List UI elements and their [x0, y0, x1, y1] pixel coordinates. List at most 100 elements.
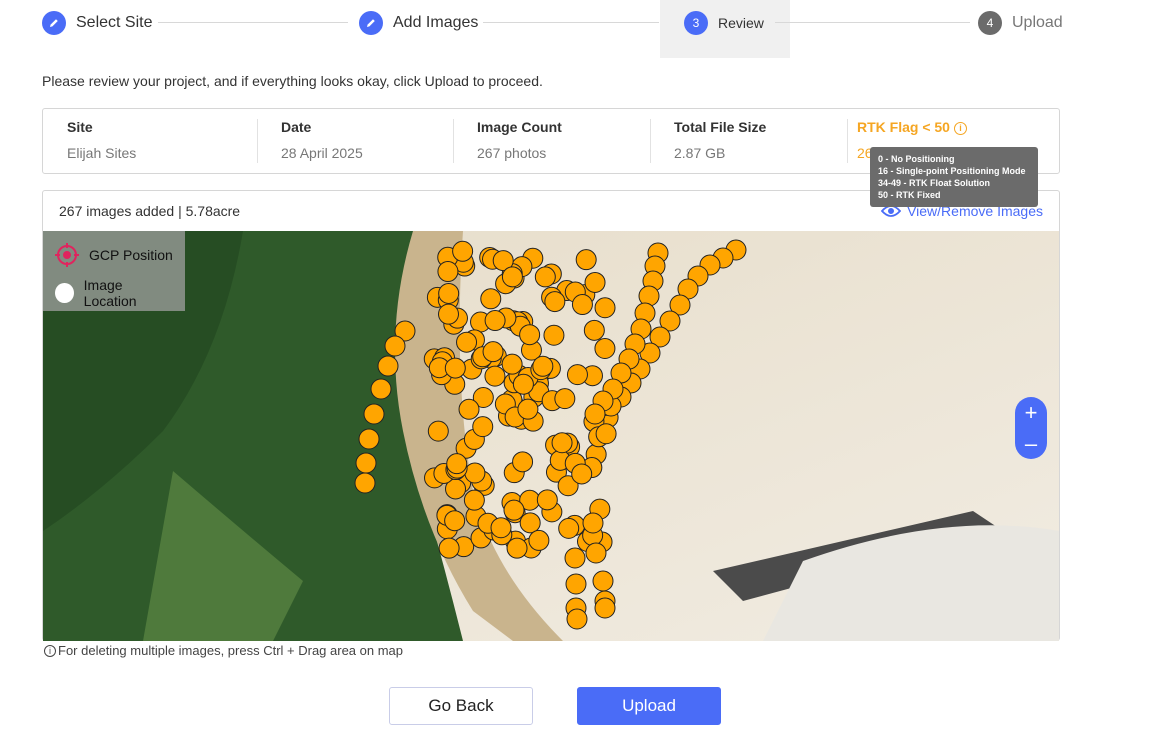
- summary-label: Image Count: [477, 119, 562, 135]
- image-location-marker[interactable]: [566, 608, 588, 630]
- image-location-marker[interactable]: [377, 355, 399, 377]
- image-location-marker[interactable]: [472, 416, 494, 438]
- image-location-marker[interactable]: [501, 353, 523, 375]
- image-location-marker[interactable]: [517, 398, 539, 420]
- image-location-marker[interactable]: [355, 452, 377, 474]
- image-location-marker[interactable]: [583, 319, 605, 341]
- step-upload[interactable]: 4 Upload: [978, 0, 1063, 46]
- image-location-marker[interactable]: [456, 331, 478, 353]
- tooltip-line: 0 - No Positioning: [878, 154, 955, 164]
- image-location-marker[interactable]: [354, 472, 376, 494]
- image-location-marker[interactable]: [543, 324, 565, 346]
- image-location-marker[interactable]: [584, 403, 606, 425]
- map-view[interactable]: GCP Position Image Location + –: [43, 231, 1059, 641]
- image-location-marker[interactable]: [582, 512, 604, 534]
- image-location-marker[interactable]: [370, 378, 392, 400]
- image-location-marker[interactable]: [595, 423, 617, 445]
- image-location-marker[interactable]: [536, 489, 558, 511]
- image-location-marker[interactable]: [458, 398, 480, 420]
- image-location-marker[interactable]: [482, 341, 504, 363]
- image-location-marker[interactable]: [446, 453, 468, 475]
- image-location-marker[interactable]: [444, 357, 466, 379]
- step-connector: [158, 22, 348, 23]
- image-location-marker[interactable]: [594, 337, 616, 359]
- info-icon[interactable]: i: [953, 122, 967, 135]
- image-location-marker[interactable]: [519, 512, 541, 534]
- image-location-marker[interactable]: [358, 428, 380, 450]
- zoom-in-button[interactable]: +: [1025, 400, 1038, 426]
- step-select-site[interactable]: Select Site: [42, 0, 152, 46]
- satellite-map[interactable]: [43, 231, 1059, 641]
- legend-gcp: GCP Position: [55, 243, 173, 267]
- step-connector: [483, 22, 659, 23]
- image-location-marker[interactable]: [427, 420, 449, 442]
- image-location-marker[interactable]: [528, 529, 550, 551]
- image-location-marker[interactable]: [584, 271, 606, 293]
- image-location-marker[interactable]: [438, 282, 460, 304]
- legend-image-label: Image Location: [83, 277, 137, 309]
- image-location-marker[interactable]: [592, 570, 614, 592]
- image-location-marker[interactable]: [437, 261, 459, 283]
- image-location-marker[interactable]: [490, 517, 512, 539]
- image-location-marker[interactable]: [484, 365, 506, 387]
- summary-file-size: Total File Size 2.87 GB: [650, 109, 847, 173]
- crosshair-icon: [55, 243, 79, 267]
- zoom-out-button[interactable]: –: [1025, 431, 1037, 457]
- summary-value: 2.87 GB: [674, 145, 726, 161]
- hint-text: For deleting multiple images, press Ctrl…: [58, 643, 404, 658]
- images-added-text: 267 images added | 5.78acre: [59, 203, 241, 219]
- summary-label: RTK Flag < 50 i: [857, 119, 1059, 135]
- image-location-marker[interactable]: [464, 462, 486, 484]
- image-location-marker[interactable]: [558, 517, 580, 539]
- image-location-marker[interactable]: [519, 324, 541, 346]
- image-location-marker[interactable]: [452, 240, 474, 262]
- map-panel: 267 images added | 5.78acre View/Remove …: [42, 190, 1060, 641]
- image-location-marker[interactable]: [438, 537, 460, 559]
- image-location-marker[interactable]: [594, 297, 616, 319]
- upload-button[interactable]: Upload: [577, 687, 721, 725]
- image-location-marker[interactable]: [512, 373, 534, 395]
- summary-date: Date 28 April 2025: [257, 109, 453, 173]
- image-location-marker[interactable]: [566, 364, 588, 386]
- legend-gcp-label: GCP Position: [89, 247, 173, 263]
- step-review[interactable]: 3 Review: [684, 0, 764, 46]
- summary-value: 267 photos: [477, 145, 547, 161]
- step-connector: [775, 22, 970, 23]
- image-location-marker[interactable]: [575, 249, 597, 271]
- summary-value: 28 April 2025: [281, 145, 363, 161]
- image-location-marker[interactable]: [594, 597, 616, 619]
- rtk-tooltip: 0 - No Positioning 16 - Single-point Pos…: [870, 147, 1038, 207]
- info-icon: i: [44, 644, 56, 657]
- pencil-icon: [359, 11, 383, 35]
- image-location-marker[interactable]: [384, 335, 406, 357]
- image-location-marker[interactable]: [544, 291, 566, 313]
- image-location-marker[interactable]: [363, 403, 385, 425]
- legend-image-location: Image Location: [55, 277, 173, 309]
- image-location-marker[interactable]: [501, 266, 523, 288]
- map-legend: GCP Position Image Location: [43, 231, 185, 311]
- summary-label: Date: [281, 119, 312, 135]
- image-location-marker[interactable]: [565, 573, 587, 595]
- image-location-marker[interactable]: [463, 489, 485, 511]
- image-location-marker[interactable]: [551, 432, 573, 454]
- image-location-marker[interactable]: [484, 310, 506, 332]
- image-location-marker[interactable]: [585, 542, 607, 564]
- image-location-marker[interactable]: [534, 266, 556, 288]
- image-location-marker[interactable]: [438, 303, 460, 325]
- image-location-marker[interactable]: [571, 463, 593, 485]
- summary-image-count: Image Count 267 photos: [453, 109, 650, 173]
- summary-value: Elijah Sites: [67, 145, 137, 161]
- image-location-marker[interactable]: [480, 288, 502, 310]
- image-location-marker[interactable]: [444, 510, 466, 532]
- image-location-marker[interactable]: [571, 294, 593, 316]
- zoom-control: + –: [1015, 397, 1047, 459]
- image-location-marker[interactable]: [564, 547, 586, 569]
- step-add-images[interactable]: Add Images: [359, 0, 478, 46]
- image-location-marker[interactable]: [554, 388, 576, 410]
- rtk-label: RTK Flag < 50: [857, 119, 950, 135]
- image-location-marker[interactable]: [532, 355, 554, 377]
- image-location-marker[interactable]: [512, 451, 534, 473]
- step-label: Add Images: [393, 14, 479, 31]
- go-back-button[interactable]: Go Back: [389, 687, 533, 725]
- image-location-marker[interactable]: [503, 499, 525, 521]
